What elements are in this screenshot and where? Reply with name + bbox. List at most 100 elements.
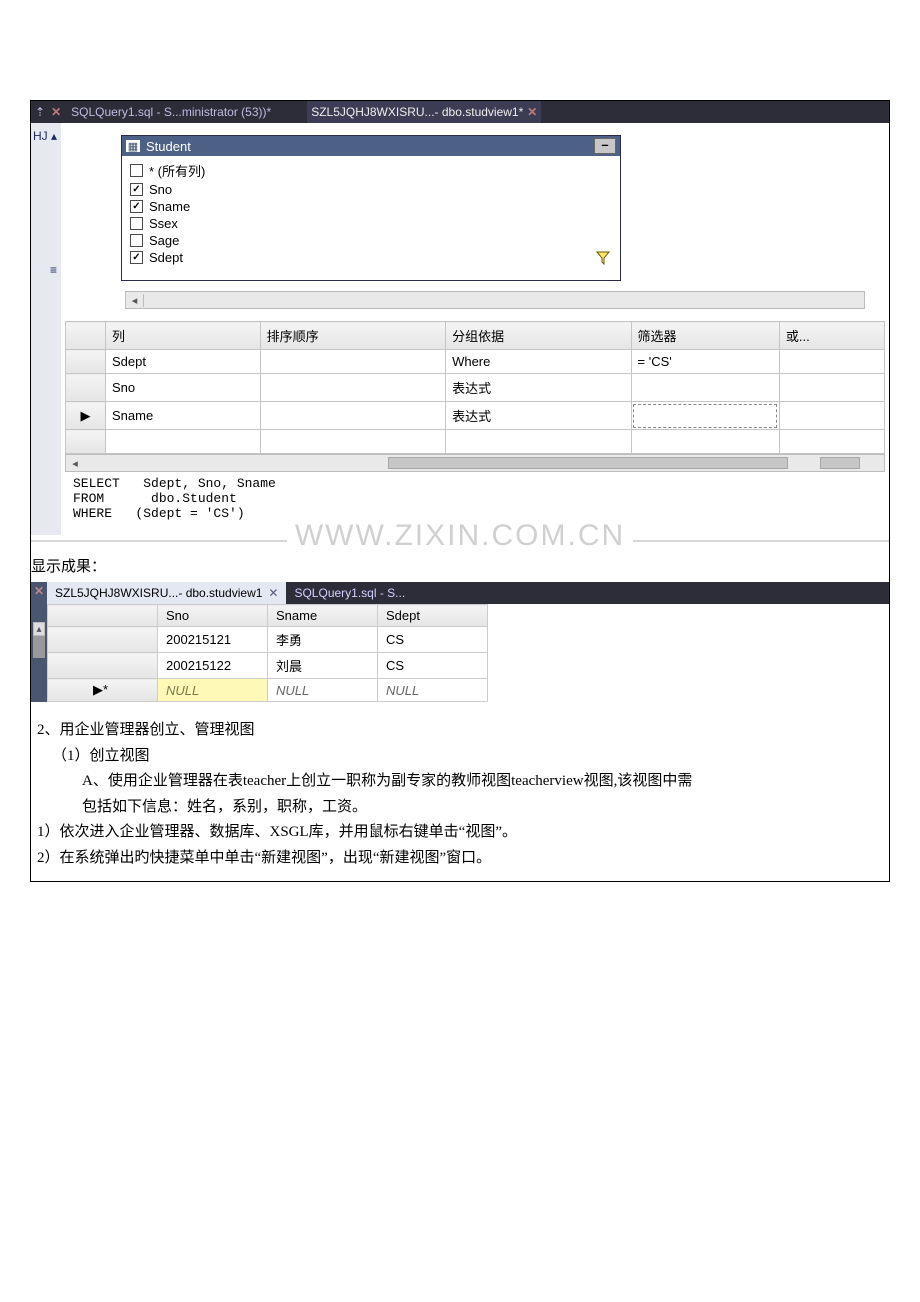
cell-or[interactable] — [779, 374, 884, 402]
cell-group[interactable]: Where — [446, 350, 631, 374]
checkbox[interactable] — [130, 200, 143, 213]
tab-sqlquery1[interactable]: SQLQuery1.sql - S...ministrator (53))* — [67, 101, 275, 123]
cell-sdept[interactable]: CS — [378, 653, 488, 679]
cell-column[interactable]: Sdept — [106, 350, 261, 374]
cell-column[interactable]: Sname — [106, 402, 261, 430]
results-row[interactable]: 200215122 刘晨 CS — [48, 653, 488, 679]
header-or: 或... — [779, 322, 884, 350]
checkbox[interactable] — [130, 251, 143, 264]
cell-or[interactable] — [779, 402, 884, 430]
cell-filter[interactable] — [631, 430, 779, 454]
header-filter: 筛选器 — [631, 322, 779, 350]
close-icon[interactable]: ✕ — [34, 584, 44, 598]
tab-sqlquery1-results[interactable]: SQLQuery1.sql - S... — [286, 582, 413, 604]
diagram-pane[interactable]: ▦ Student – * (所有列) — [61, 123, 889, 321]
scroll-left-icon[interactable]: ◂ — [126, 294, 144, 307]
checkbox[interactable] — [130, 164, 143, 177]
results-row[interactable]: 200215121 李勇 CS — [48, 627, 488, 653]
results-tab-bar: SZL5JQHJ8WXISRU...- dbo.studview1 ✕ SQLQ… — [47, 582, 889, 604]
cell-sort[interactable] — [260, 430, 445, 454]
pin-icon[interactable]: ⇡ — [35, 105, 45, 119]
results-new-row[interactable]: ▶* NULL NULL NULL — [48, 679, 488, 702]
header-blank — [66, 322, 106, 350]
scroll-left-icon[interactable]: ◂ — [66, 455, 84, 471]
cell-group[interactable] — [446, 430, 631, 454]
scroll-thumb[interactable] — [388, 457, 788, 469]
tab-close-icon[interactable]: ✕ — [527, 105, 537, 119]
minimize-button[interactable]: – — [594, 138, 616, 154]
sql-keyword: SELECT — [73, 476, 120, 491]
cell-sname-null[interactable]: NULL — [268, 679, 378, 702]
row-marker — [66, 374, 106, 402]
criteria-header-row: 列 排序顺序 分组依据 筛选器 或... — [66, 322, 885, 350]
checkbox[interactable] — [130, 183, 143, 196]
results-header-row: Sno Sname Sdept — [48, 605, 488, 627]
row-marker — [48, 627, 158, 653]
close-icon[interactable]: ✕ — [51, 105, 61, 119]
table-title: Student — [146, 139, 191, 154]
cell-column[interactable] — [106, 430, 261, 454]
results-side-gutter: ✕ ▴ — [31, 582, 47, 702]
watermark-text: WWW.ZIXIN.COM.CN — [295, 519, 625, 553]
criteria-grid[interactable]: 列 排序顺序 分组依据 筛选器 或... Sdept Where = 'CS' — [65, 321, 885, 454]
criteria-row[interactable]: ▶ Sname 表达式 — [66, 402, 885, 430]
cell-filter-active[interactable] — [631, 402, 779, 430]
cell-sname[interactable]: 刘晨 — [268, 653, 378, 679]
scroll-indicator — [820, 457, 860, 469]
cell-filter[interactable] — [631, 374, 779, 402]
sql-keyword: WHERE — [73, 506, 112, 521]
tab-label: SZL5JQHJ8WXISRU...- dbo.studview1 — [55, 586, 262, 600]
cell-sort[interactable] — [260, 374, 445, 402]
tab-label: SZL5JQHJ8WXISRU...- dbo.studview1* — [311, 105, 523, 119]
cell-sdept[interactable]: CS — [378, 627, 488, 653]
watermark: WWW.ZIXIN.COM.CN — [31, 535, 889, 547]
cell-sno[interactable]: 200215122 — [158, 653, 268, 679]
scroll-thumb[interactable] — [33, 636, 45, 658]
column-item[interactable]: * (所有列) — [122, 160, 620, 181]
scroll-up-icon[interactable]: ▴ — [33, 622, 45, 636]
sql-text: Sdept, Sno, Sname — [120, 476, 276, 491]
scroll-track[interactable] — [144, 292, 864, 308]
cell-sno[interactable]: 200215121 — [158, 627, 268, 653]
cell-sdept-null[interactable]: NULL — [378, 679, 488, 702]
row-marker: ▶* — [48, 679, 158, 702]
table-student-window[interactable]: ▦ Student – * (所有列) — [121, 135, 621, 281]
column-item[interactable]: Ssex — [122, 215, 620, 232]
criteria-row[interactable]: Sdept Where = 'CS' — [66, 350, 885, 374]
text-line: 2）在系统弹出旳快捷菜单中单击“新建视图”，出现“新建视图”窗口。 — [37, 846, 883, 872]
cell-sname[interactable]: 李勇 — [268, 627, 378, 653]
checkbox[interactable] — [130, 234, 143, 247]
column-item[interactable]: Sname — [122, 198, 620, 215]
table-titlebar[interactable]: ▦ Student – — [122, 136, 620, 156]
diagram-hscrollbar[interactable]: ◂ — [125, 291, 865, 309]
cell-or[interactable] — [779, 350, 884, 374]
tab-close-icon[interactable]: ✕ — [268, 586, 278, 600]
column-item[interactable]: Sno — [122, 181, 620, 198]
cell-filter[interactable]: = 'CS' — [631, 350, 779, 374]
scroll-track[interactable] — [84, 455, 884, 471]
cell-group[interactable]: 表达式 — [446, 402, 631, 430]
cell-group[interactable]: 表达式 — [446, 374, 631, 402]
text-line: （1）创立视图 — [37, 744, 883, 770]
cell-or[interactable] — [779, 430, 884, 454]
cell-sort[interactable] — [260, 402, 445, 430]
criteria-hscrollbar[interactable]: ◂ — [65, 454, 885, 472]
criteria-row[interactable] — [66, 430, 885, 454]
side-vscrollbar[interactable]: ▴ — [33, 622, 45, 658]
column-label: Sname — [149, 199, 190, 214]
column-item[interactable]: Sdept — [122, 249, 620, 266]
checkbox[interactable] — [130, 217, 143, 230]
tab-studview1-results[interactable]: SZL5JQHJ8WXISRU...- dbo.studview1 ✕ — [47, 582, 286, 604]
tab-studview1[interactable]: SZL5JQHJ8WXISRU...- dbo.studview1* ✕ — [307, 101, 541, 123]
panel-toggle[interactable]: HJ ▴ — [33, 129, 57, 143]
cell-sno-null[interactable]: NULL — [158, 679, 268, 702]
header-sdept: Sdept — [378, 605, 488, 627]
filter-icon — [596, 251, 610, 265]
results-grid[interactable]: Sno Sname Sdept 200215121 李勇 CS 20021512… — [47, 604, 488, 702]
column-item[interactable]: Sage — [122, 232, 620, 249]
column-label: Sdept — [149, 250, 183, 265]
cell-column[interactable]: Sno — [106, 374, 261, 402]
criteria-row[interactable]: Sno 表达式 — [66, 374, 885, 402]
sql-text: dbo.Student — [104, 491, 237, 506]
cell-sort[interactable] — [260, 350, 445, 374]
